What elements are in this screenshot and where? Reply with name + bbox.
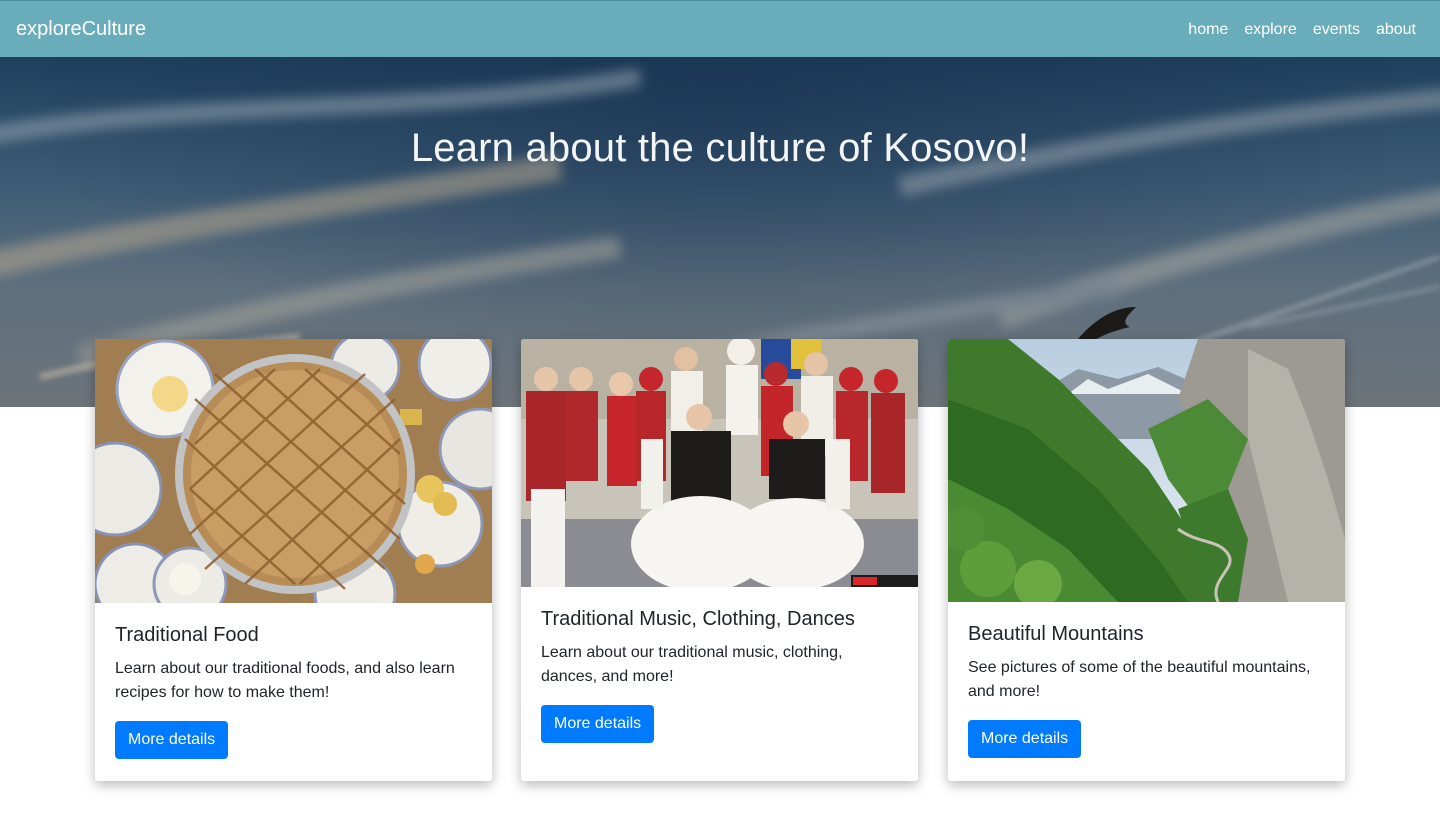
- card-title: Traditional Music, Clothing, Dances: [541, 608, 855, 630]
- page: exploreCulture home explore events about: [0, 0, 1440, 826]
- nav-link-home[interactable]: home: [1188, 20, 1228, 40]
- folk-dancers-image: [521, 339, 918, 587]
- card-text: Learn about our traditional foods, and a…: [115, 660, 455, 701]
- navbar: exploreCulture home explore events about: [0, 0, 1440, 57]
- nav-links: home explore events about: [1188, 20, 1416, 40]
- nav-link-about[interactable]: about: [1376, 20, 1416, 40]
- card-body: Beautiful Mountains See pictures of some…: [968, 622, 1325, 758]
- card-traditional-music: Traditional Music, Clothing, Dances Lear…: [521, 339, 918, 781]
- card-traditional-food: Traditional Food Learn about our traditi…: [95, 339, 492, 781]
- more-details-button-music[interactable]: More details: [541, 705, 655, 743]
- card-title: Beautiful Mountains: [968, 623, 1144, 645]
- card-body: Traditional Food Learn about our traditi…: [115, 623, 472, 759]
- card-text: Learn about our traditional music, cloth…: [541, 644, 843, 685]
- nav-link-events[interactable]: events: [1313, 20, 1360, 40]
- card-beautiful-mountains: Beautiful Mountains See pictures of some…: [948, 339, 1345, 781]
- more-details-button-mountains[interactable]: More details: [968, 720, 1082, 758]
- mountain-valley-image: [948, 339, 1345, 602]
- card-title: Traditional Food: [115, 624, 259, 646]
- more-details-button-food[interactable]: More details: [115, 721, 229, 759]
- flija-pie-image: [95, 339, 492, 603]
- card-body: Traditional Music, Clothing, Dances Lear…: [541, 607, 898, 743]
- nav-link-explore[interactable]: explore: [1244, 20, 1296, 40]
- card-text: See pictures of some of the beautiful mo…: [968, 659, 1311, 700]
- hero-title: Learn about the culture of Kosovo!: [410, 126, 1030, 170]
- brand-logo[interactable]: exploreCulture: [16, 18, 146, 40]
